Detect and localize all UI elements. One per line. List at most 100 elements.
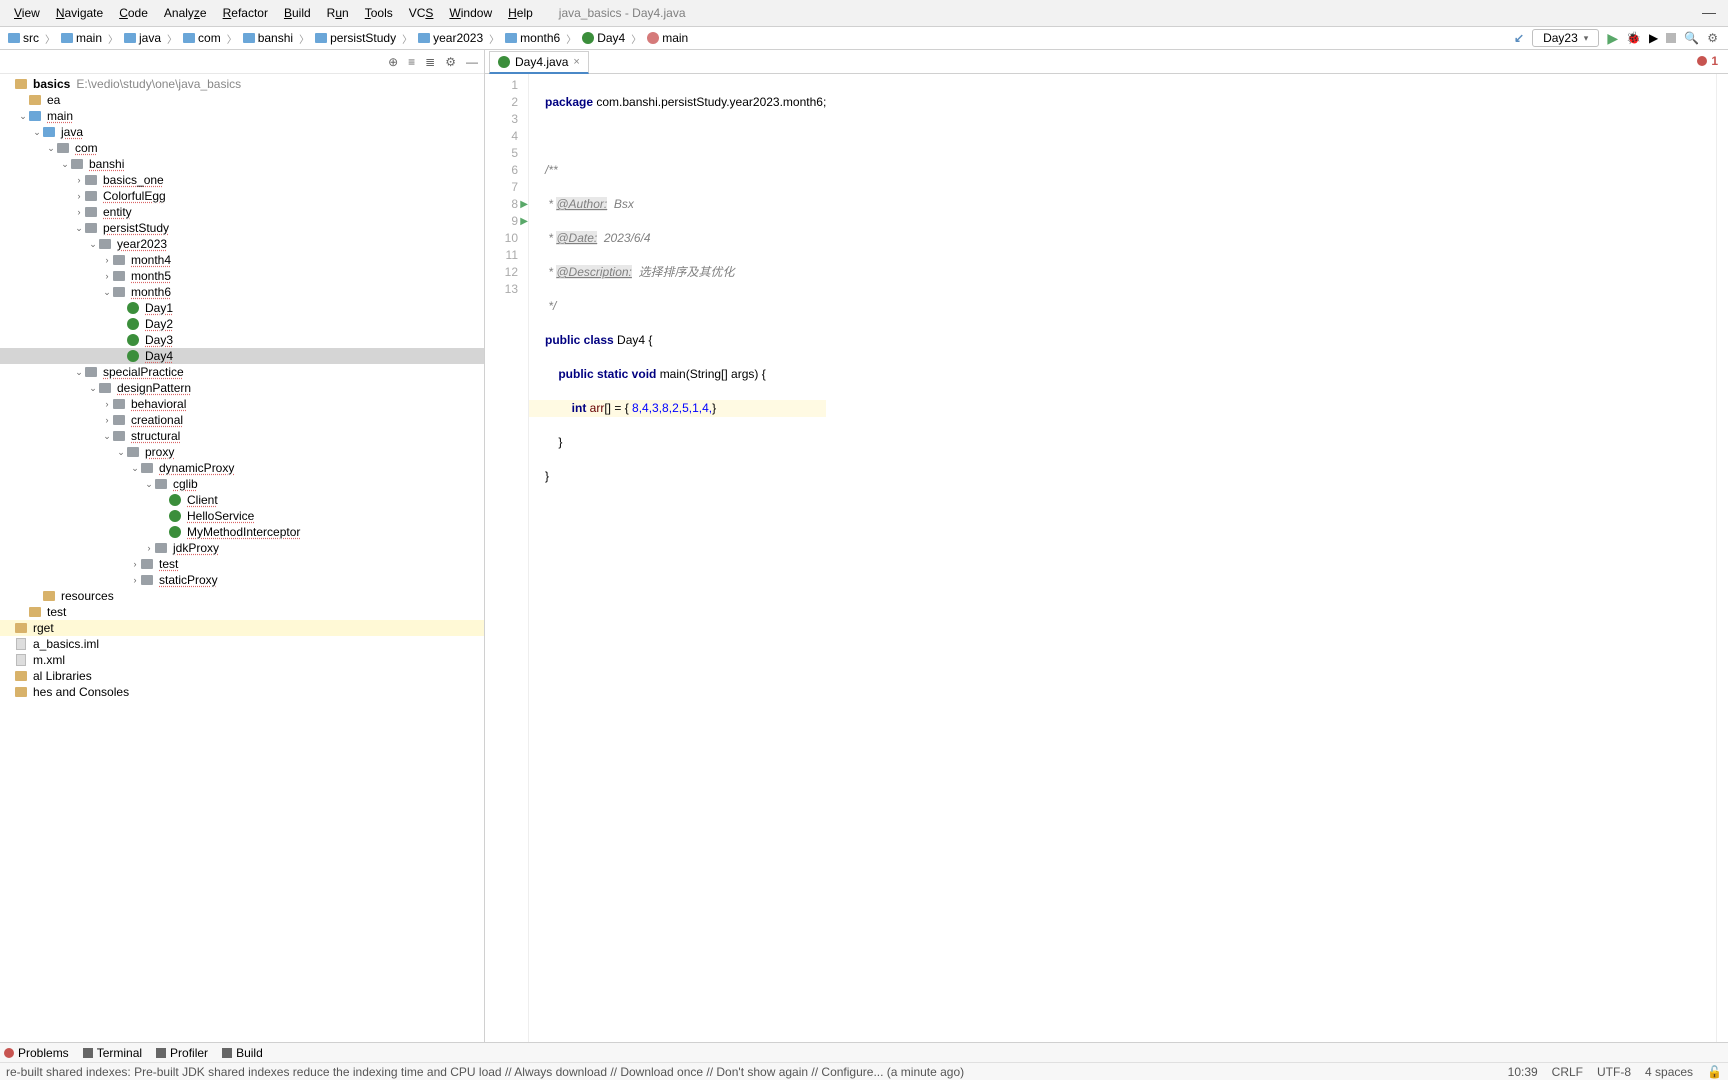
tree-row[interactable]: Day2 [0, 316, 484, 332]
tree-twisty-icon[interactable]: › [102, 271, 112, 281]
menu-tools[interactable]: Tools [357, 4, 401, 22]
error-indicator[interactable]: 1 [1697, 54, 1718, 68]
crumb-mainmethod[interactable]: main [643, 31, 692, 45]
menu-window[interactable]: Window [441, 4, 500, 22]
project-tree[interactable]: basicsE:\vedio\study\one\java_basicsea⌄m… [0, 74, 484, 1042]
tree-row[interactable]: HelloService [0, 508, 484, 524]
tree-twisty-icon[interactable]: › [130, 559, 140, 569]
coverage-button[interactable]: ▶ [1649, 31, 1658, 45]
tree-row[interactable]: Client [0, 492, 484, 508]
code-text[interactable]: package com.banshi.persistStudy.year2023… [529, 74, 826, 1042]
tree-row[interactable]: test [0, 604, 484, 620]
crumb-year2023[interactable]: year2023 [414, 31, 487, 45]
tree-twisty-icon[interactable]: › [102, 255, 112, 265]
run-config-select[interactable]: Day23▾ [1532, 29, 1599, 47]
crumb-com[interactable]: com [179, 31, 225, 45]
tree-row[interactable]: ⌄structural [0, 428, 484, 444]
tree-twisty-icon[interactable]: › [102, 415, 112, 425]
run-gutter-icon[interactable]: ▶ [520, 196, 528, 213]
tree-row[interactable]: ⌄year2023 [0, 236, 484, 252]
crumb-main[interactable]: main [57, 31, 106, 45]
tree-row[interactable]: ⌄cglib [0, 476, 484, 492]
crumb-day4[interactable]: Day4 [578, 31, 629, 45]
tree-row[interactable]: ›month4 [0, 252, 484, 268]
crumb-java[interactable]: java [120, 31, 165, 45]
tree-row[interactable]: ⌄banshi [0, 156, 484, 172]
tree-row[interactable]: ⌄month6 [0, 284, 484, 300]
menu-code[interactable]: Code [111, 4, 156, 22]
search-icon[interactable]: 🔍 [1684, 31, 1699, 45]
menu-navigate[interactable]: Navigate [48, 4, 111, 22]
crumb-month6[interactable]: month6 [501, 31, 564, 45]
menu-vcs[interactable]: VCS [401, 4, 442, 22]
run-gutter-icon[interactable]: ▶ [520, 213, 528, 230]
code-area[interactable]: 1234 567 8▶ 9▶ 10111213 package com.bans… [485, 74, 1728, 1042]
tree-row[interactable]: ea [0, 92, 484, 108]
indent[interactable]: 4 spaces [1645, 1065, 1693, 1079]
run-button[interactable]: ▶ [1607, 30, 1618, 47]
tree-twisty-icon[interactable]: ⌄ [74, 223, 84, 234]
tree-twisty-icon[interactable]: › [74, 191, 84, 201]
settings-icon[interactable]: ⚙ [1707, 31, 1718, 45]
menu-refactor[interactable]: Refactor [215, 4, 276, 22]
tree-twisty-icon[interactable]: ⌄ [130, 463, 140, 474]
menu-help[interactable]: Help [500, 4, 541, 22]
tree-twisty-icon[interactable]: ⌄ [18, 111, 28, 122]
hide-icon[interactable]: — [466, 55, 478, 69]
tree-twisty-icon[interactable]: ⌄ [60, 159, 70, 170]
tree-row[interactable]: ›creational [0, 412, 484, 428]
window-minimize-icon[interactable]: — [1702, 4, 1716, 20]
error-stripe[interactable] [1716, 74, 1728, 1042]
tree-twisty-icon[interactable]: ⌄ [144, 479, 154, 490]
tree-twisty-icon[interactable]: ⌄ [116, 447, 126, 458]
crumb-src[interactable]: src [4, 31, 43, 45]
tree-row[interactable]: basicsE:\vedio\study\one\java_basics [0, 76, 484, 92]
tree-twisty-icon[interactable]: › [74, 207, 84, 217]
tree-row[interactable]: ⌄dynamicProxy [0, 460, 484, 476]
terminal-tab[interactable]: Terminal [83, 1046, 142, 1060]
tree-row[interactable]: Day4 [0, 348, 484, 364]
tree-twisty-icon[interactable]: › [144, 543, 154, 553]
tree-row[interactable]: ⌄proxy [0, 444, 484, 460]
tree-row[interactable]: ⌄com [0, 140, 484, 156]
crumb-banshi[interactable]: banshi [239, 31, 297, 45]
crumb-persiststudy[interactable]: persistStudy [311, 31, 400, 45]
expand-icon[interactable]: ≡ [408, 55, 415, 69]
problems-tab[interactable]: Problems [4, 1046, 69, 1060]
tree-row[interactable]: ›staticProxy [0, 572, 484, 588]
tree-twisty-icon[interactable]: ⌄ [102, 287, 112, 298]
menu-view[interactable]: View [6, 4, 48, 22]
tree-row[interactable]: ›test [0, 556, 484, 572]
tree-twisty-icon[interactable]: ⌄ [46, 143, 56, 154]
tree-row[interactable]: ›month5 [0, 268, 484, 284]
tree-twisty-icon[interactable]: ⌄ [74, 367, 84, 378]
tree-twisty-icon[interactable]: › [74, 175, 84, 185]
tree-row[interactable]: ›ColorfulEgg [0, 188, 484, 204]
tree-row[interactable]: Day1 [0, 300, 484, 316]
tree-twisty-icon[interactable]: › [130, 575, 140, 585]
tree-row[interactable]: m.xml [0, 652, 484, 668]
status-message[interactable]: re-built shared indexes: Pre-built JDK s… [6, 1065, 1494, 1079]
readonly-lock-icon[interactable]: 🔓 [1707, 1065, 1722, 1079]
tree-row[interactable]: ⌄main [0, 108, 484, 124]
editor-tab-day4[interactable]: Day4.java × [489, 51, 589, 74]
debug-button[interactable]: 🐞 [1626, 31, 1641, 45]
tree-row[interactable]: ⌄designPattern [0, 380, 484, 396]
close-icon[interactable]: × [573, 56, 579, 68]
locate-icon[interactable]: ⊕ [388, 55, 398, 69]
tree-row[interactable]: Day3 [0, 332, 484, 348]
tree-row[interactable]: al Libraries [0, 668, 484, 684]
menu-analyze[interactable]: Analyze [156, 4, 215, 22]
tree-twisty-icon[interactable]: › [102, 399, 112, 409]
tree-twisty-icon[interactable]: ⌄ [88, 383, 98, 394]
tree-row[interactable]: ›entity [0, 204, 484, 220]
caret-position[interactable]: 10:39 [1508, 1065, 1538, 1079]
line-separator[interactable]: CRLF [1552, 1065, 1583, 1079]
tree-row[interactable]: ⌄java [0, 124, 484, 140]
tree-row[interactable]: hes and Consoles [0, 684, 484, 700]
tree-twisty-icon[interactable]: ⌄ [102, 431, 112, 442]
collapse-icon[interactable]: ≣ [425, 55, 435, 69]
tree-row[interactable]: ⌄specialPractice [0, 364, 484, 380]
tree-row[interactable]: ›jdkProxy [0, 540, 484, 556]
tree-row[interactable]: a_basics.iml [0, 636, 484, 652]
